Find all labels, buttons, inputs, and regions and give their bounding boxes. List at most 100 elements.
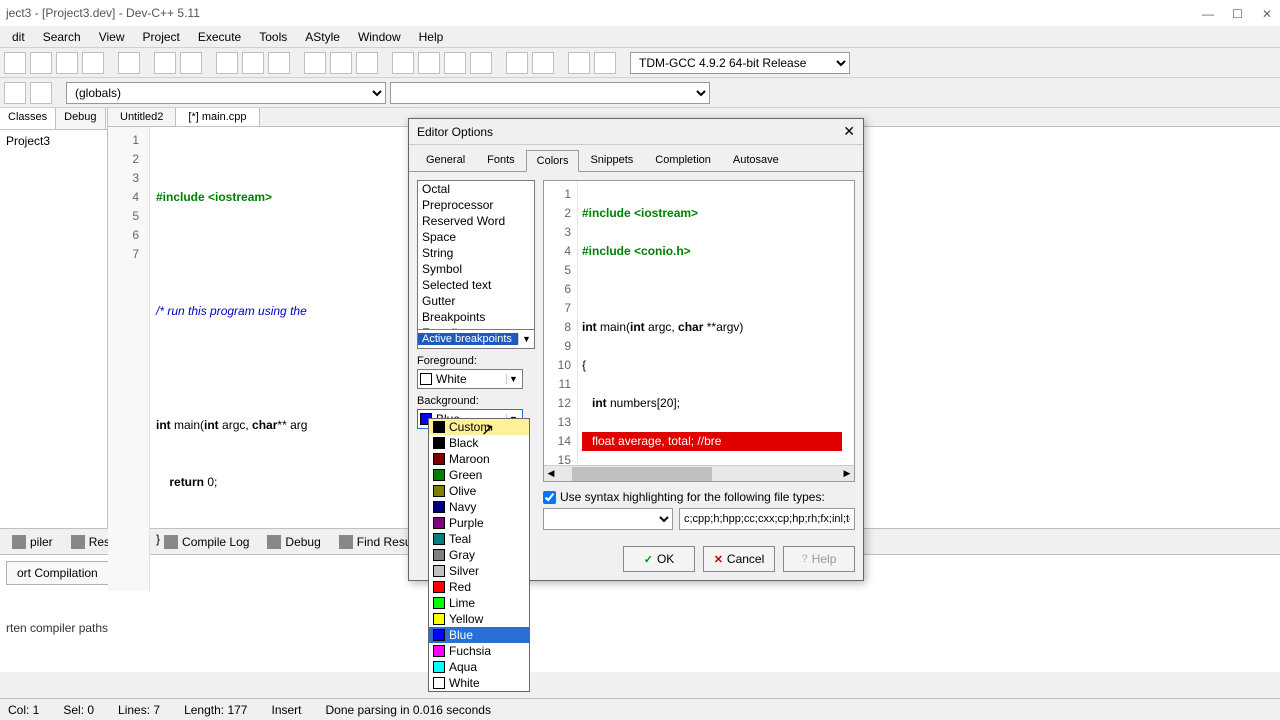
save-icon[interactable]	[56, 52, 78, 74]
run-icon[interactable]	[418, 52, 440, 74]
menu-execute[interactable]: Execute	[190, 28, 249, 46]
status-mode: Insert	[271, 703, 301, 717]
dlgtab-fonts[interactable]: Fonts	[476, 149, 526, 171]
tab-classes[interactable]: Classes	[0, 108, 56, 129]
compiler-combo[interactable]: TDM-GCC 4.9.2 64-bit Release	[630, 52, 850, 74]
menu-window[interactable]: Window	[350, 28, 409, 46]
color-option[interactable]: Green	[429, 467, 529, 483]
menu-tools[interactable]: Tools	[251, 28, 295, 46]
debug-icon[interactable]	[506, 52, 528, 74]
category-list[interactable]: Octal Preprocessor Reserved Word Space S…	[417, 180, 535, 330]
compiler-icon	[12, 535, 26, 549]
status-len: Length: 177	[184, 703, 247, 717]
profile2-icon[interactable]	[594, 52, 616, 74]
menu-help[interactable]: Help	[411, 28, 452, 46]
color-option[interactable]: Fuchsia	[429, 643, 529, 659]
maximize-icon[interactable]: ☐	[1232, 7, 1244, 19]
list-item[interactable]: Octal	[418, 181, 534, 197]
color-option[interactable]: Black	[429, 435, 529, 451]
color-option[interactable]: White	[429, 675, 529, 691]
new-func-icon[interactable]	[30, 82, 52, 104]
abort-button[interactable]: ort Compilation	[6, 561, 109, 585]
find-icon[interactable]	[216, 52, 238, 74]
help-button[interactable]: Help	[783, 546, 855, 572]
status-lines: Lines: 7	[118, 703, 160, 717]
open-icon[interactable]	[30, 52, 52, 74]
list-item[interactable]: Preprocessor	[418, 197, 534, 213]
color-option[interactable]: Custom	[429, 419, 529, 435]
tab-main[interactable]: [*] main.cpp	[176, 108, 259, 126]
dlgtab-general[interactable]: General	[415, 149, 476, 171]
color-option[interactable]: Aqua	[429, 659, 529, 675]
filetype-combo[interactable]	[543, 508, 673, 530]
findfiles-icon[interactable]	[268, 52, 290, 74]
color-option[interactable]: Teal	[429, 531, 529, 547]
list-item[interactable]: Space	[418, 229, 534, 245]
redo-icon[interactable]	[180, 52, 202, 74]
menu-astyle[interactable]: AStyle	[297, 28, 348, 46]
color-option[interactable]: Lime	[429, 595, 529, 611]
color-dropdown[interactable]: CustomBlackMaroonGreenOliveNavyPurpleTea…	[428, 418, 530, 692]
tree-root[interactable]: Project3	[0, 130, 107, 152]
rebuild-icon[interactable]	[470, 52, 492, 74]
window-title: ject3 - [Project3.dev] - Dev-C++ 5.11	[6, 6, 200, 20]
list-item[interactable]: Reserved Word	[418, 213, 534, 229]
scope-combo[interactable]: (globals)	[66, 82, 386, 104]
color-option[interactable]: Red	[429, 579, 529, 595]
goto-icon[interactable]	[356, 52, 378, 74]
preview-panel: 12345678910111213141516 #include <iostre…	[543, 180, 855, 530]
compilerun-icon[interactable]	[444, 52, 466, 74]
close-icon[interactable]: ✕	[1262, 7, 1274, 19]
minimize-icon[interactable]: —	[1202, 7, 1214, 19]
status-msg: Done parsing in 0.016 seconds	[326, 703, 491, 717]
filetype-input[interactable]	[679, 508, 855, 530]
compile-icon[interactable]	[392, 52, 414, 74]
foreground-combo[interactable]: White ▼	[417, 369, 523, 389]
dlgtab-snippets[interactable]: Snippets	[579, 149, 644, 171]
menu-project[interactable]: Project	[135, 28, 188, 46]
cancel-button[interactable]: Cancel	[703, 546, 775, 572]
forward-icon[interactable]	[330, 52, 352, 74]
list-item[interactable]: Gutter	[418, 293, 534, 309]
tab-untitled[interactable]: Untitled2	[108, 108, 176, 126]
back-icon[interactable]	[304, 52, 326, 74]
replace-icon[interactable]	[242, 52, 264, 74]
undo-icon[interactable]	[154, 52, 176, 74]
color-option[interactable]: Olive	[429, 483, 529, 499]
stop-icon[interactable]	[532, 52, 554, 74]
color-option[interactable]: Maroon	[429, 451, 529, 467]
color-option[interactable]: Purple	[429, 515, 529, 531]
color-option[interactable]: Gray	[429, 547, 529, 563]
compile-msg: rten compiler paths	[6, 621, 1274, 635]
color-option[interactable]: Silver	[429, 563, 529, 579]
menu-edit[interactable]: dit	[4, 28, 33, 46]
dlgtab-colors[interactable]: Colors	[526, 150, 580, 172]
member-combo[interactable]	[390, 82, 710, 104]
list-item[interactable]: Selected text	[418, 277, 534, 293]
category-combo[interactable]: Active breakpoints ▼	[417, 329, 535, 349]
tab-compiler[interactable]: piler	[4, 532, 61, 552]
dlgtab-completion[interactable]: Completion	[644, 149, 722, 171]
ok-button[interactable]: OK	[623, 546, 695, 572]
status-col: Col: 1	[8, 703, 39, 717]
color-option[interactable]: Yellow	[429, 611, 529, 627]
print-icon[interactable]	[118, 52, 140, 74]
list-item[interactable]: Breakpoints	[418, 309, 534, 325]
color-option[interactable]: Navy	[429, 499, 529, 515]
new-icon[interactable]	[4, 52, 26, 74]
profile-icon[interactable]	[568, 52, 590, 74]
tab-debug[interactable]: Debug	[56, 108, 105, 129]
syntax-checkbox[interactable]	[543, 491, 556, 504]
toolbar-scope: (globals)	[0, 78, 1280, 108]
menu-view[interactable]: View	[91, 28, 133, 46]
dialog-close-icon[interactable]: ✕	[843, 123, 855, 140]
swatch-icon	[420, 373, 432, 385]
list-item[interactable]: String	[418, 245, 534, 261]
color-option[interactable]: Blue	[429, 627, 529, 643]
menu-search[interactable]: Search	[35, 28, 89, 46]
new-class-icon[interactable]	[4, 82, 26, 104]
preview-scrollbar[interactable]: ◀▶	[544, 465, 854, 481]
list-item[interactable]: Symbol	[418, 261, 534, 277]
dlgtab-autosave[interactable]: Autosave	[722, 149, 790, 171]
saveall-icon[interactable]	[82, 52, 104, 74]
